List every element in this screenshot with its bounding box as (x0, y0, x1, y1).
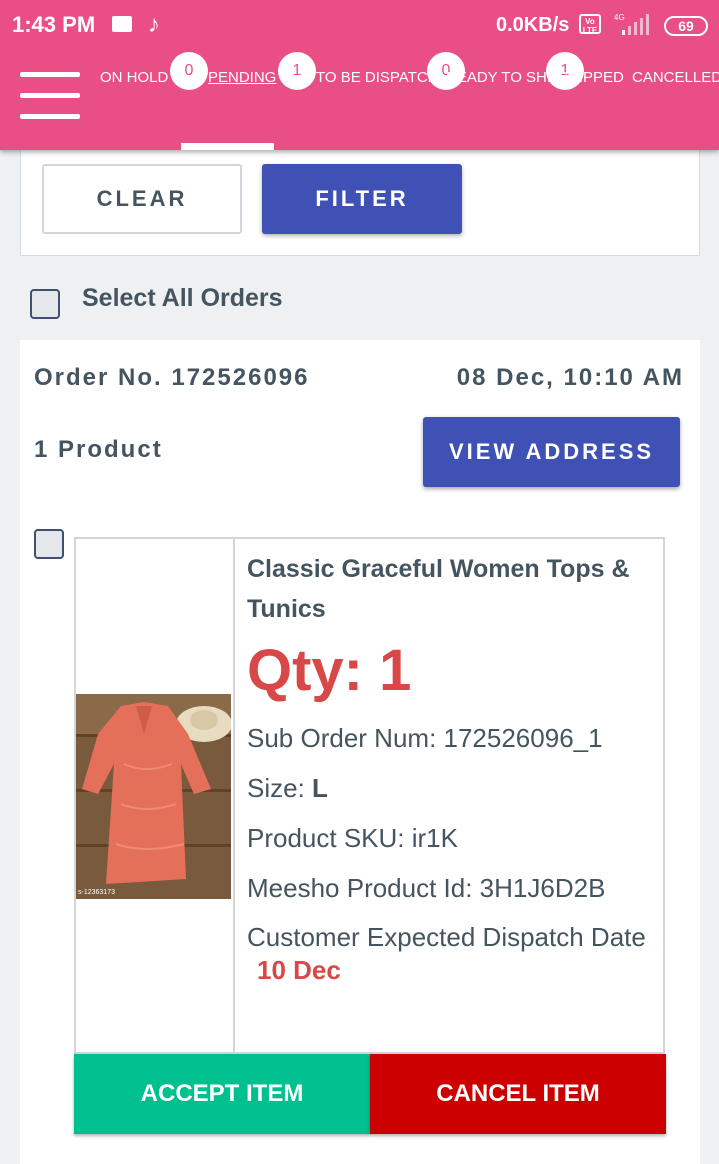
product-title: Classic Graceful Women Tops & Tunics (247, 555, 630, 623)
tab-ready-to-ship[interactable]: READY TO SHIP (446, 69, 561, 86)
app-header: 1:43 PM ♪ 0.0KB/s Vo LTE 4G 69 ON HOLD 0 … (0, 0, 719, 150)
select-all-checkbox[interactable] (30, 289, 60, 319)
signal-icon: 4G (612, 12, 654, 36)
tab-count-badge: 1 (278, 52, 316, 90)
tab-count-badge: 0 (170, 52, 208, 90)
tab-label: CANCELLED (632, 69, 719, 86)
product-image-column: s-12363173 (76, 539, 235, 1052)
item-checkbox[interactable] (34, 529, 64, 559)
size-value: L (312, 773, 328, 803)
dispatch-date-value: 10 Dec (257, 955, 341, 985)
product-image[interactable]: s-12363173 (76, 694, 231, 899)
select-all-label: Select All Orders (82, 284, 283, 312)
filter-button[interactable]: FILTER (262, 164, 462, 234)
filter-panel: CLEAR FILTER (20, 140, 700, 256)
tab-cancelled[interactable]: CANCELLED (632, 69, 719, 86)
battery-icon: 69 (664, 16, 708, 36)
active-tab-indicator (181, 143, 274, 150)
order-card: Order No. 172526096 08 Dec, 10:10 AM 1 P… (20, 340, 700, 1164)
tab-shipped[interactable]: SHIPPED (558, 69, 624, 86)
net-speed: 0.0KB/s (496, 14, 570, 36)
size-label: Size: (247, 773, 313, 803)
meesho-product-id: Meesho Product Id: 3H1J6D2B (247, 873, 606, 903)
tab-label: READY TO SHIP (446, 69, 562, 86)
order-item: s-12363173 Classic Graceful Women Tops &… (74, 537, 665, 1054)
tab-label: SHIPPED (558, 69, 624, 86)
tab-label: PENDING (208, 69, 277, 86)
clear-button[interactable]: CLEAR (42, 164, 242, 234)
view-address-button[interactable]: VIEW ADDRESS (423, 417, 680, 487)
sub-order-number: Sub Order Num: 172526096_1 (247, 723, 603, 753)
accept-item-button[interactable]: ACCEPT ITEM (74, 1054, 370, 1134)
product-qty: Qty: 1 (247, 638, 412, 703)
cancel-item-button[interactable]: CANCEL ITEM (370, 1054, 666, 1134)
order-number: Order No. 172526096 (34, 364, 310, 391)
image-caption: s-12363173 (78, 889, 115, 896)
order-date: 08 Dec, 10:10 AM (456, 364, 684, 391)
volte-icon: Vo LTE (579, 14, 601, 35)
tab-pending[interactable]: PENDING (208, 69, 276, 86)
product-size: Size: L (247, 773, 657, 803)
dispatch-date-label: Customer Expected Dispatch Date (247, 922, 646, 952)
status-bar: 1:43 PM ♪ 0.0KB/s Vo LTE 4G 69 (0, 0, 719, 52)
product-count: 1 Product (34, 436, 163, 463)
tab-label: ON HOLD (100, 69, 169, 86)
clapperboard-icon (112, 16, 132, 32)
item-details: Classic Graceful Women Tops & Tunics Qty… (247, 549, 657, 986)
status-time: 1:43 PM (12, 12, 96, 37)
product-sku: Product SKU: ir1K (247, 823, 458, 853)
order-status-tabs: ON HOLD 0 PENDING 1 TO BE DISPATCHED 0 R… (100, 52, 719, 150)
tiktok-icon: ♪ (148, 11, 160, 38)
tab-on-hold[interactable]: ON HOLD (100, 69, 168, 86)
hamburger-menu-icon[interactable] (20, 72, 80, 120)
svg-text:4G: 4G (614, 13, 625, 22)
